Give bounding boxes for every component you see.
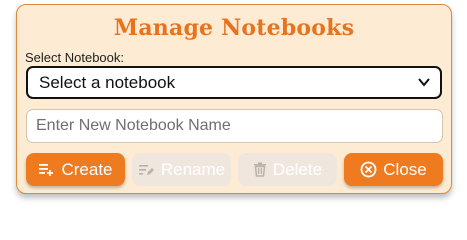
close-button-label: Close xyxy=(383,159,427,179)
select-notebook-label: Select Notebook: xyxy=(25,50,125,65)
edit-lines-icon xyxy=(138,165,154,175)
dialog-title: Manage Notebooks xyxy=(113,15,355,41)
delete-button[interactable]: Delete xyxy=(238,153,337,186)
create-button-label: Create xyxy=(61,159,113,179)
close-circle-icon xyxy=(360,161,377,178)
rename-button-label: Rename xyxy=(160,159,226,179)
new-notebook-name-input[interactable] xyxy=(26,109,443,143)
rename-button[interactable]: Rename xyxy=(132,153,231,186)
notebook-select-value: Select a notebook xyxy=(39,73,176,92)
trash-icon xyxy=(253,162,266,177)
chevron-down-icon xyxy=(418,78,430,87)
playlist-add-icon xyxy=(39,164,54,176)
manage-notebooks-dialog: Manage Notebooks Select Notebook: Select… xyxy=(16,4,452,194)
notebook-select[interactable]: Select a notebook xyxy=(26,66,442,99)
delete-button-label: Delete xyxy=(272,159,323,179)
create-button[interactable]: Create xyxy=(26,153,125,186)
close-button[interactable]: Close xyxy=(344,153,443,186)
